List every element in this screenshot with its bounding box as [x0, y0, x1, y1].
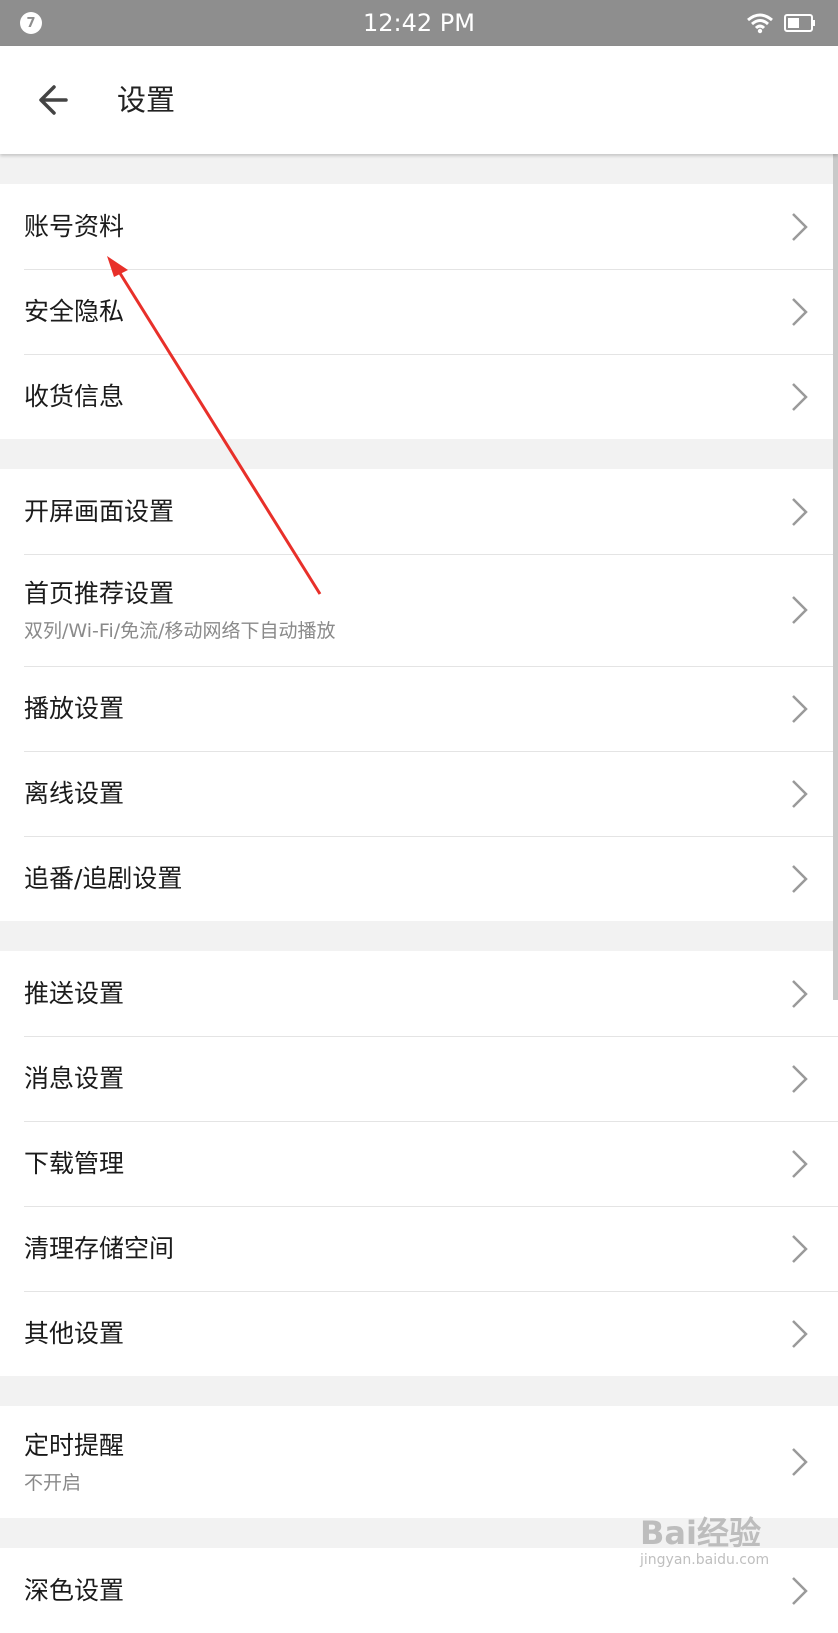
scrollbar[interactable] — [833, 154, 838, 1000]
settings-item-label: 追番/追剧设置 — [24, 864, 183, 893]
settings-section-account: 账号资料 安全隐私 收货信息 — [0, 184, 838, 439]
settings-item-timer-reminder[interactable]: 定时提醒 不开启 — [0, 1406, 838, 1518]
settings-list: 账号资料 安全隐私 收货信息 开屏画面设置 首页推荐设置 双列/Wi-Fi/免流… — [0, 154, 838, 1633]
settings-section-playback: 开屏画面设置 首页推荐设置 双列/Wi-Fi/免流/移动网络下自动播放 播放设置… — [0, 469, 838, 921]
settings-item-label: 安全隐私 — [24, 297, 125, 326]
settings-item-label: 下载管理 — [24, 1149, 125, 1178]
settings-item-splash-screen[interactable]: 开屏画面设置 — [0, 469, 838, 554]
chevron-right-icon — [792, 1319, 808, 1348]
settings-item-push[interactable]: 推送设置 — [0, 951, 838, 1036]
chevron-right-icon — [792, 382, 808, 411]
chevron-right-icon — [792, 297, 808, 326]
settings-item-shipping-info[interactable]: 收货信息 — [0, 354, 838, 439]
settings-item-label: 账号资料 — [24, 212, 125, 241]
chevron-right-icon — [792, 212, 808, 241]
settings-item-label: 其他设置 — [24, 1319, 125, 1348]
chevron-right-icon — [792, 497, 808, 526]
settings-item-messages[interactable]: 消息设置 — [0, 1036, 838, 1121]
chevron-right-icon — [792, 1234, 808, 1263]
chevron-right-icon — [792, 1448, 808, 1476]
settings-item-subtitle: 不开启 — [24, 1472, 82, 1494]
settings-item-playback[interactable]: 播放设置 — [0, 666, 838, 751]
settings-section-general: 推送设置 消息设置 下载管理 清理存储空间 其他设置 — [0, 951, 838, 1376]
chevron-right-icon — [792, 1149, 808, 1178]
chevron-right-icon — [792, 1576, 808, 1605]
battery-icon — [784, 14, 815, 32]
chevron-right-icon — [792, 596, 808, 624]
settings-item-label: 收货信息 — [24, 382, 125, 411]
settings-item-label: 定时提醒 — [24, 1431, 125, 1460]
settings-item-label: 消息设置 — [24, 1064, 125, 1093]
chevron-right-icon — [792, 979, 808, 1008]
chevron-right-icon — [792, 1064, 808, 1093]
settings-item-security-privacy[interactable]: 安全隐私 — [0, 269, 838, 354]
page-title: 设置 — [117, 83, 176, 117]
settings-section-reminder: 定时提醒 不开启 — [0, 1406, 838, 1518]
settings-item-follow-series[interactable]: 追番/追剧设置 — [0, 836, 838, 921]
settings-item-label: 首页推荐设置 — [24, 579, 175, 608]
settings-item-label: 推送设置 — [24, 979, 125, 1008]
settings-item-account-profile[interactable]: 账号资料 — [0, 184, 838, 269]
settings-item-label: 开屏画面设置 — [24, 497, 175, 526]
settings-item-offline[interactable]: 离线设置 — [0, 751, 838, 836]
settings-item-label: 清理存储空间 — [24, 1234, 175, 1263]
settings-item-label: 播放设置 — [24, 694, 125, 723]
chevron-right-icon — [792, 779, 808, 808]
chevron-right-icon — [792, 864, 808, 893]
wifi-icon — [747, 13, 773, 34]
chevron-right-icon — [792, 694, 808, 723]
settings-item-subtitle: 双列/Wi-Fi/免流/移动网络下自动播放 — [24, 620, 336, 642]
watermark-logo: Bai经验 — [640, 1514, 761, 1552]
app-bar: 设置 — [0, 46, 838, 154]
status-bar: 7 12:42 PM — [0, 0, 838, 46]
settings-item-other[interactable]: 其他设置 — [0, 1291, 838, 1376]
settings-item-clear-storage[interactable]: 清理存储空间 — [0, 1206, 838, 1291]
watermark-url: jingyan.baidu.com — [640, 1552, 770, 1568]
settings-item-label: 深色设置 — [24, 1576, 125, 1605]
settings-item-downloads[interactable]: 下载管理 — [0, 1121, 838, 1206]
status-time: 12:42 PM — [363, 9, 475, 37]
settings-item-label: 离线设置 — [24, 779, 125, 808]
settings-item-home-recommend[interactable]: 首页推荐设置 双列/Wi-Fi/免流/移动网络下自动播放 — [0, 554, 838, 666]
arrow-left-icon[interactable] — [30, 76, 78, 124]
